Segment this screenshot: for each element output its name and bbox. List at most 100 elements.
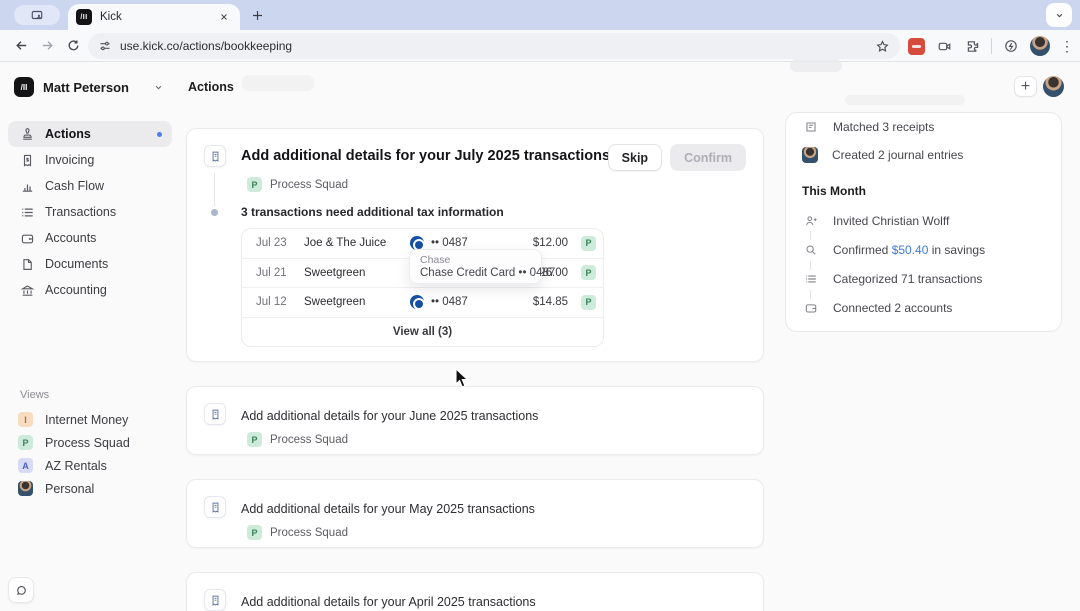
extension-red-icon[interactable] bbox=[908, 38, 925, 55]
stamp-icon bbox=[20, 127, 35, 142]
wallet-icon bbox=[20, 231, 35, 246]
this-month-heading: This Month bbox=[802, 184, 866, 198]
tx-team-chip: P bbox=[581, 265, 596, 280]
tooltip-account-detail: Chase Credit Card •• 0487 bbox=[420, 267, 531, 279]
reload-button[interactable] bbox=[60, 33, 86, 59]
sidebar-item-label: Documents bbox=[45, 257, 162, 271]
table-row[interactable]: Jul 12 Sweetgreen •• 0487 $14.85 P bbox=[242, 288, 603, 318]
tx-account-number: •• 0487 bbox=[431, 296, 468, 308]
tab-search-button[interactable] bbox=[14, 5, 60, 25]
activity-text: Matched 3 receipts bbox=[833, 120, 934, 134]
kick-logo: /II bbox=[14, 77, 34, 97]
wallet-icon bbox=[802, 299, 819, 316]
action-card-april[interactable]: Add additional details for your April 20… bbox=[186, 572, 764, 611]
tx-date: Jul 12 bbox=[256, 296, 287, 308]
receipt-icon bbox=[204, 403, 226, 425]
add-button[interactable]: + bbox=[1014, 76, 1037, 97]
sidebar-item-transactions[interactable]: Transactions bbox=[8, 199, 172, 225]
extensions-puzzle-icon[interactable] bbox=[963, 37, 981, 55]
view-item-internet-money[interactable]: I Internet Money bbox=[8, 408, 172, 431]
view-item-az-rentals[interactable]: A AZ Rentals bbox=[8, 454, 172, 477]
url-bar[interactable]: use.kick.co/actions/bookkeeping bbox=[88, 33, 900, 59]
list-icon bbox=[802, 270, 819, 287]
sidebar-item-documents[interactable]: Documents bbox=[8, 251, 172, 277]
motion-blur-artifact bbox=[242, 75, 314, 91]
savings-amount: $50.40 bbox=[892, 243, 929, 257]
screen-share-icon bbox=[30, 8, 44, 22]
tx-amount: $14.85 bbox=[508, 296, 568, 308]
tab-title: Kick bbox=[100, 11, 216, 23]
tx-date: Jul 23 bbox=[256, 237, 287, 249]
activity-item: Invited Christian Wolff bbox=[802, 212, 949, 229]
sidebar-item-invoicing[interactable]: Invoicing bbox=[8, 147, 172, 173]
sidebar-item-label: Accounts bbox=[45, 231, 162, 245]
tx-account[interactable]: •• 0487 bbox=[410, 295, 468, 309]
tx-merchant: Joe & The Juice bbox=[304, 237, 386, 249]
tab-list-chevron-button[interactable] bbox=[1046, 3, 1072, 27]
receipt-icon bbox=[802, 118, 819, 135]
sidebar-item-accounting[interactable]: Accounting bbox=[8, 277, 172, 303]
skip-button[interactable]: Skip bbox=[608, 144, 662, 171]
url-text: use.kick.co/actions/bookkeeping bbox=[120, 39, 875, 53]
tx-team-chip: P bbox=[581, 295, 596, 310]
view-item-personal[interactable]: Personal bbox=[8, 477, 172, 500]
extension-circle-icon[interactable] bbox=[1002, 37, 1020, 55]
browser-tabstrip: /II Kick bbox=[0, 0, 1080, 30]
team-badge-letter: P bbox=[247, 525, 262, 540]
chase-bank-icon bbox=[410, 295, 424, 309]
browser-menu-icon[interactable]: ⋮ bbox=[1060, 38, 1074, 55]
bank-icon bbox=[20, 283, 35, 298]
workspace-name: Matt Peterson bbox=[43, 80, 153, 95]
receipt-icon bbox=[204, 589, 226, 611]
personal-avatar bbox=[18, 481, 33, 496]
browser-tab-kick[interactable]: /II Kick bbox=[68, 4, 240, 30]
card-title: Add additional details for your May 2025… bbox=[241, 502, 535, 516]
sidebar-item-accounts[interactable]: Accounts bbox=[8, 225, 172, 251]
view-all-link[interactable]: View all (3) bbox=[242, 318, 603, 346]
activity-text: Categorized 71 transactions bbox=[833, 272, 982, 286]
sidebar-item-label: Cash Flow bbox=[45, 179, 162, 193]
action-card-may[interactable]: Add additional details for your May 2025… bbox=[186, 479, 764, 548]
browser-profile-avatar[interactable] bbox=[1030, 36, 1050, 56]
activity-item: Created 2 journal entries bbox=[802, 147, 963, 163]
forward-button[interactable] bbox=[34, 33, 60, 59]
view-label: Process Squad bbox=[45, 436, 130, 450]
sidebar-item-label: Invoicing bbox=[45, 153, 162, 167]
kick-favicon: /II bbox=[76, 9, 92, 25]
team-badge: P Process Squad bbox=[247, 177, 348, 192]
timeline-connector bbox=[810, 290, 811, 299]
confirm-button[interactable]: Confirm bbox=[670, 144, 746, 171]
mouse-cursor bbox=[455, 368, 470, 389]
motion-blur-artifact bbox=[790, 59, 842, 72]
team-badge-letter: P bbox=[247, 432, 262, 447]
notification-dot bbox=[157, 132, 162, 137]
action-card-june[interactable]: Add additional details for your June 202… bbox=[186, 386, 764, 455]
workspace-switcher[interactable]: /II Matt Peterson bbox=[14, 77, 164, 97]
back-button[interactable] bbox=[8, 33, 34, 59]
sidebar-item-cash-flow[interactable]: Cash Flow bbox=[8, 173, 172, 199]
card-subtitle: 3 transactions need additional tax infor… bbox=[241, 205, 504, 219]
view-item-process-squad[interactable]: P Process Squad bbox=[8, 431, 172, 454]
help-chat-button[interactable] bbox=[8, 577, 34, 603]
tooltip-bank-name: Chase bbox=[420, 254, 531, 266]
account-tooltip: Chase Chase Credit Card •• 0487 bbox=[409, 249, 542, 284]
chevron-down-icon bbox=[153, 82, 164, 93]
site-settings-icon[interactable] bbox=[98, 39, 112, 53]
team-badge-letter: P bbox=[247, 177, 262, 192]
timeline-connector bbox=[214, 173, 215, 206]
view-badge: A bbox=[18, 458, 33, 473]
card-title: Add additional details for your June 202… bbox=[241, 409, 538, 423]
timeline-dot bbox=[211, 209, 218, 216]
extension-camera-icon[interactable] bbox=[935, 37, 953, 55]
sidebar-item-actions[interactable]: Actions bbox=[8, 121, 172, 147]
activity-item: Categorized 71 transactions bbox=[802, 270, 982, 287]
bookmark-star-icon[interactable] bbox=[875, 39, 890, 54]
new-tab-button[interactable] bbox=[248, 6, 266, 24]
activity-text: Confirmed $50.40 in savings bbox=[833, 243, 985, 257]
view-label: Internet Money bbox=[45, 413, 128, 427]
tab-close-icon[interactable] bbox=[216, 9, 232, 25]
user-avatar[interactable] bbox=[1043, 76, 1064, 97]
chat-bubble-icon bbox=[15, 584, 28, 597]
view-label: AZ Rentals bbox=[45, 459, 107, 473]
action-card-july: Add additional details for your July 202… bbox=[186, 128, 764, 362]
